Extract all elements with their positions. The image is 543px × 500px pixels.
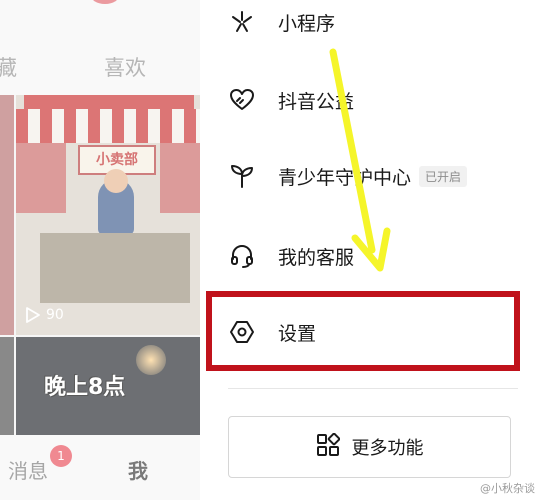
watermark: @小秋杂谈	[480, 482, 535, 495]
status-badge: 已开启	[419, 165, 468, 187]
menu-item-charity[interactable]: 抖音公益	[228, 78, 354, 122]
menu-item-mini-programs[interactable]: 小程序	[228, 0, 335, 44]
menu-item-label: 我的客服	[278, 246, 355, 269]
menu-item-customer-service[interactable]: 我的客服	[228, 234, 354, 278]
menu-item-label: 小程序	[278, 12, 336, 35]
grid-icon	[316, 432, 340, 461]
profile-background: 藏 喜欢 小卖部 90 晚上8点 消息 1 我	[0, 0, 200, 500]
more-features-label: 更多功能	[351, 438, 424, 459]
sprout-icon	[228, 162, 256, 190]
more-features-button[interactable]: 更多功能	[228, 416, 511, 478]
menu-item-label: 抖音公益	[278, 90, 355, 113]
menu-item-label: 青少年守护中心	[278, 166, 412, 189]
sparkle-icon	[228, 8, 256, 36]
menu-item-youth-center[interactable]: 青少年守护中心 已开启	[228, 154, 468, 198]
headset-icon	[228, 242, 256, 270]
drawer-overlay[interactable]	[0, 0, 200, 500]
annotation-highlight-box	[206, 291, 520, 371]
side-drawer: 小程序 抖音公益 青少年守护中心 已开启 我的客服 设置 更多功能	[200, 0, 543, 500]
heart-hand-icon	[228, 86, 256, 114]
divider	[228, 388, 518, 389]
